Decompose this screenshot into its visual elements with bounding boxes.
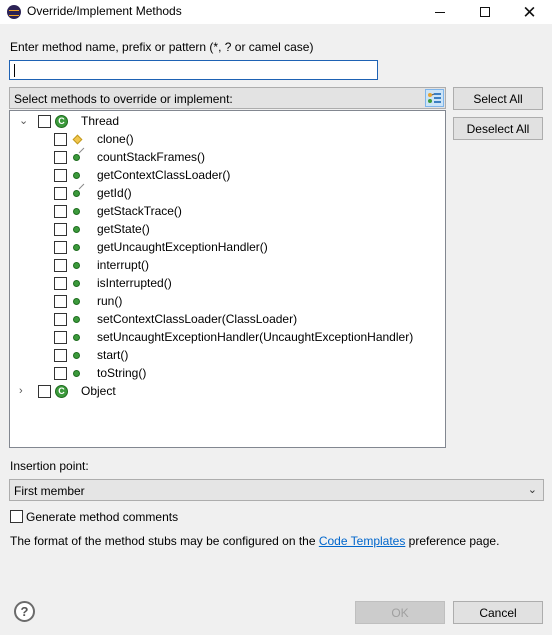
method-icon xyxy=(73,226,80,233)
method-label: setContextClassLoader(ClassLoader) xyxy=(97,312,298,326)
method-label: countStackFrames() xyxy=(97,150,206,164)
method-icon xyxy=(73,208,80,215)
tree-method-row[interactable]: toString() xyxy=(10,365,440,383)
tree-method-row[interactable]: isInterrupted() xyxy=(10,275,440,293)
class-icon: C xyxy=(55,385,68,398)
filter-label: Enter method name, prefix or pattern (*,… xyxy=(10,40,314,54)
method-checkbox[interactable] xyxy=(54,151,67,164)
class-icon: C xyxy=(55,115,68,128)
method-icon xyxy=(73,370,80,377)
method-icon xyxy=(73,298,80,305)
method-checkbox[interactable] xyxy=(54,367,67,380)
method-label: setUncaughtExceptionHandler(UncaughtExce… xyxy=(97,330,414,344)
tree-method-row[interactable]: getContextClassLoader() xyxy=(10,167,440,185)
minimize-icon xyxy=(434,11,445,13)
maximize-icon xyxy=(479,7,490,17)
generate-comments-label: Generate method comments xyxy=(26,510,179,524)
close-icon: ✕ xyxy=(522,2,537,22)
method-icon xyxy=(73,352,80,359)
method-checkbox[interactable] xyxy=(54,169,67,182)
tree-method-row[interactable]: clone() xyxy=(10,131,440,149)
method-label: getId() xyxy=(97,186,132,200)
tree-method-row[interactable]: getState() xyxy=(10,221,440,239)
method-label: start() xyxy=(97,348,129,362)
native-method-icon xyxy=(73,190,80,197)
diamond-icon xyxy=(72,134,83,145)
select-all-button[interactable]: Select All xyxy=(453,87,543,110)
method-label: getStackTrace() xyxy=(97,204,182,218)
code-templates-link[interactable]: Code Templates xyxy=(319,534,406,548)
tree-method-row[interactable]: interrupt() xyxy=(10,257,440,275)
class-checkbox[interactable] xyxy=(38,115,51,128)
ok-button[interactable]: OK xyxy=(355,601,445,624)
class-label: Thread xyxy=(81,114,120,128)
method-label: getState() xyxy=(97,222,150,236)
method-label: getUncaughtExceptionHandler() xyxy=(97,240,268,254)
method-checkbox[interactable] xyxy=(54,259,67,272)
chevron-down-icon: ⌄ xyxy=(527,484,537,496)
method-checkbox[interactable] xyxy=(54,295,67,308)
tree-class-row[interactable]: ⌄ C Thread xyxy=(10,113,440,131)
tree-method-row[interactable]: start() xyxy=(10,347,440,365)
method-icon xyxy=(73,172,80,179)
method-checkbox[interactable] xyxy=(54,223,67,236)
tree-method-row[interactable]: run() xyxy=(10,293,440,311)
info-suffix: preference page. xyxy=(405,534,500,548)
tree-method-row[interactable]: getId() xyxy=(10,185,440,203)
cancel-button[interactable]: Cancel xyxy=(453,601,543,624)
native-method-icon xyxy=(73,154,80,161)
method-icon xyxy=(73,316,80,323)
method-label: isInterrupted() xyxy=(97,276,172,290)
class-checkbox[interactable] xyxy=(38,385,51,398)
tree-class-row[interactable]: › C Object xyxy=(10,383,440,401)
method-label: toString() xyxy=(97,366,147,380)
title-bar: Override/Implement Methods ✕ xyxy=(0,0,552,24)
sort-icon xyxy=(428,93,441,103)
method-icon xyxy=(73,244,80,251)
method-icon xyxy=(73,334,80,341)
window-title: Override/Implement Methods xyxy=(27,4,182,18)
tree-method-row[interactable]: getUncaughtExceptionHandler() xyxy=(10,239,440,257)
method-checkbox[interactable] xyxy=(54,241,67,254)
tree-method-row[interactable]: setContextClassLoader(ClassLoader) xyxy=(10,311,440,329)
method-checkbox[interactable] xyxy=(54,133,67,146)
method-label: clone() xyxy=(97,132,134,146)
methods-tree-header: Select methods to override or implement: xyxy=(9,87,446,109)
method-label: interrupt() xyxy=(97,258,150,272)
info-text: The format of the method stubs may be co… xyxy=(10,534,499,548)
method-checkbox[interactable] xyxy=(54,187,67,200)
method-label: run() xyxy=(97,294,123,308)
help-icon[interactable]: ? xyxy=(14,601,35,622)
eclipse-icon xyxy=(7,5,21,19)
text-caret xyxy=(14,64,15,77)
generate-comments-checkbox[interactable] xyxy=(10,510,23,523)
method-checkbox[interactable] xyxy=(54,349,67,362)
method-checkbox[interactable] xyxy=(54,331,67,344)
tree-method-row[interactable]: countStackFrames() xyxy=(10,149,440,167)
method-checkbox[interactable] xyxy=(54,277,67,290)
method-label: getContextClassLoader() xyxy=(97,168,231,182)
info-prefix: The format of the method stubs may be co… xyxy=(10,534,319,548)
method-filter-input[interactable] xyxy=(9,60,378,80)
insertion-point-select[interactable]: First member ⌄ xyxy=(9,479,544,501)
maximize-button[interactable] xyxy=(462,0,507,24)
class-label: Object xyxy=(81,384,116,398)
method-checkbox[interactable] xyxy=(54,313,67,326)
methods-tree[interactable]: ⌄ C Thread clone() countStackFrames() getCont… xyxy=(9,110,446,448)
method-icon xyxy=(73,280,80,287)
minimize-button[interactable] xyxy=(417,0,462,24)
insertion-point-value: First member xyxy=(14,484,85,498)
deselect-all-button[interactable]: Deselect All xyxy=(453,117,543,140)
sort-by-type-button[interactable] xyxy=(425,89,444,107)
chevron-down-icon[interactable]: ⌄ xyxy=(19,115,29,127)
method-checkbox[interactable] xyxy=(54,205,67,218)
chevron-right-icon[interactable]: › xyxy=(19,385,29,397)
tree-method-row[interactable]: setUncaughtExceptionHandler(UncaughtExce… xyxy=(10,329,440,347)
close-button[interactable]: ✕ xyxy=(507,0,552,24)
tree-header-label: Select methods to override or implement: xyxy=(14,92,233,106)
insertion-point-label: Insertion point: xyxy=(10,459,89,473)
method-icon xyxy=(73,262,80,269)
tree-method-row[interactable]: getStackTrace() xyxy=(10,203,440,221)
